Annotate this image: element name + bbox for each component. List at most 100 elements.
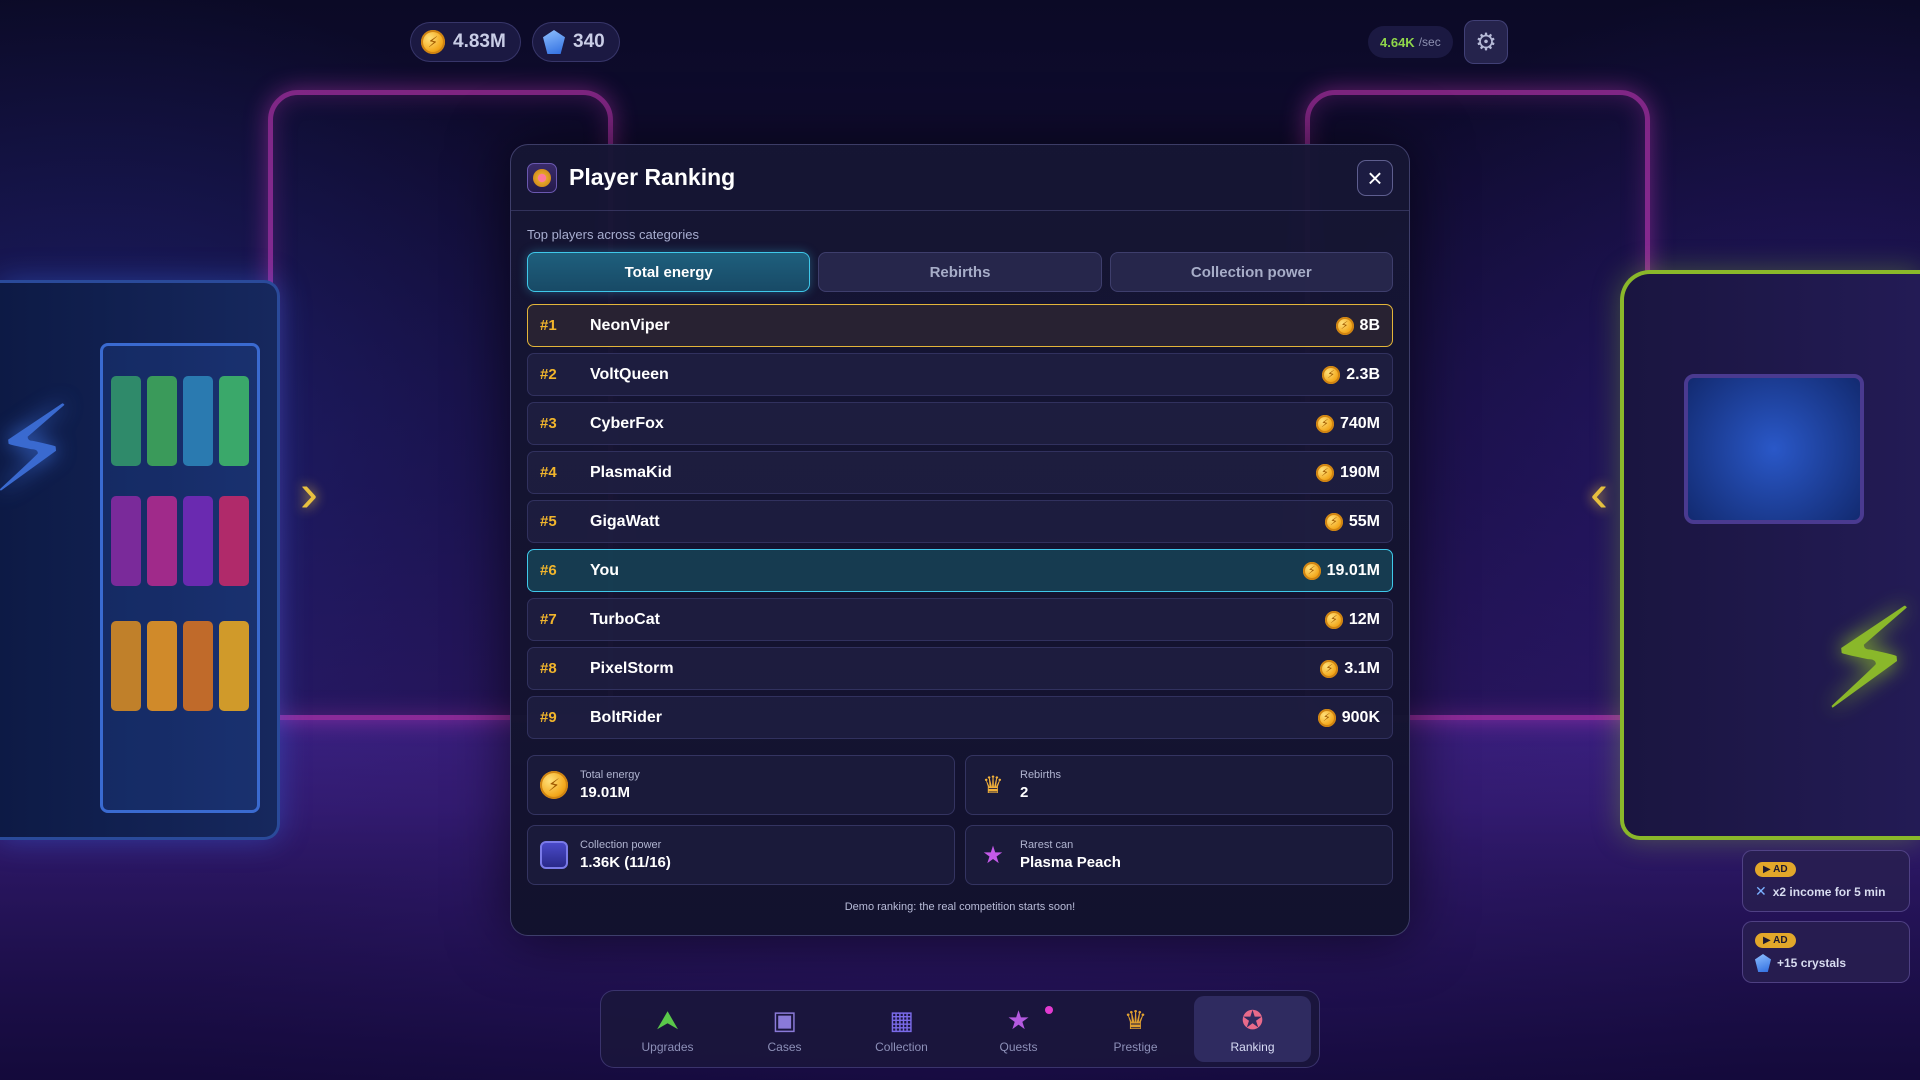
coin-icon	[1315, 463, 1334, 482]
coin-icon	[1335, 316, 1354, 335]
ranking-row: #9 BoltRider 900K	[527, 696, 1393, 739]
ranking-row: #5 GigaWatt 55M	[527, 500, 1393, 543]
stat-label: Total energy	[580, 769, 640, 781]
player-score: 3.1M	[1320, 659, 1380, 678]
player-score: 55M	[1324, 512, 1380, 531]
score-value: 900K	[1341, 708, 1380, 726]
score-value: 740M	[1339, 414, 1380, 432]
income-rate-value: 4.64K	[1380, 34, 1415, 50]
ad-boost-income[interactable]: ▶ AD ✕ x2 income for 5 min	[1742, 850, 1910, 912]
crystal-icon	[543, 30, 565, 54]
notification-dot	[1045, 1006, 1053, 1014]
left-chevron-decoration: ›	[300, 463, 318, 523]
coin-icon	[540, 771, 568, 799]
left-bolt-decoration: ⚡	[0, 383, 75, 517]
ranking-row: #4 PlasmaKid 190M	[527, 451, 1393, 494]
stat-total-energy: Total energy 19.01M	[527, 755, 955, 815]
coin-icon	[1322, 365, 1341, 384]
coin-icon	[1320, 659, 1339, 678]
player-name: PlasmaKid	[590, 463, 672, 481]
coin-balance-value: 4.83M	[453, 31, 506, 52]
stat-value: 2	[1020, 784, 1029, 801]
nav-label: Collection	[875, 1039, 928, 1054]
settings-button[interactable]: ⚙	[1464, 20, 1508, 64]
player-name: You	[590, 561, 620, 579]
stat-value: 1.36K (11/16)	[580, 854, 671, 871]
ranking-row: #7 TurboCat 12M	[527, 598, 1393, 641]
ranking-row-current-player: #6 You 19.01M	[527, 549, 1393, 592]
nav-collection[interactable]: ▦ Collection	[843, 996, 960, 1062]
crown-icon: ♛	[1123, 1004, 1148, 1035]
ad-badge: ▶ AD	[1755, 933, 1796, 948]
nav-label: Prestige	[1113, 1039, 1158, 1054]
collection-icon: ▦	[889, 1004, 914, 1035]
tab-collection-power[interactable]: Collection power	[1109, 252, 1393, 292]
player-score: 8B	[1335, 316, 1380, 335]
score-value: 190M	[1339, 463, 1380, 481]
category-tabs: Total energy Rebirths Collection power	[527, 252, 1393, 292]
coin-balance[interactable]: 4.83M	[410, 22, 521, 62]
medal-icon	[527, 162, 557, 193]
rank-number: #7	[540, 611, 557, 628]
coin-icon	[1324, 610, 1343, 629]
score-value: 55M	[1348, 512, 1380, 530]
crystal-balance[interactable]: 340	[532, 22, 620, 62]
stat-collection-power: Collection power 1.36K (11/16)	[527, 825, 955, 885]
star-icon: ★	[982, 841, 1004, 869]
modal-subtitle: Top players across categories	[527, 227, 699, 242]
rank-number: #6	[540, 562, 557, 579]
nav-quests[interactable]: ★ Quests	[960, 996, 1077, 1062]
stat-rebirths: ♛ Rebirths 2	[965, 755, 1393, 815]
coin-icon	[1315, 414, 1334, 433]
nav-prestige[interactable]: ♛ Prestige	[1077, 996, 1194, 1062]
nav-label: Quests	[999, 1039, 1038, 1054]
close-button[interactable]: ×	[1357, 159, 1393, 196]
ad-boost-crystals[interactable]: ▶ AD +15 crystals	[1742, 921, 1910, 983]
stat-value: 19.01M	[580, 784, 631, 801]
player-name: NeonViper	[590, 316, 670, 334]
player-score: 2.3B	[1322, 365, 1380, 384]
nav-ranking[interactable]: ✪ Ranking	[1194, 996, 1311, 1062]
nav-label: Cases	[767, 1039, 802, 1054]
vending-fridge	[0, 280, 280, 840]
footer-note: Demo ranking: the real competition start…	[844, 901, 1076, 913]
nav-upgrades[interactable]: ⮝ Upgrades	[609, 996, 726, 1062]
player-score: 900K	[1317, 708, 1380, 727]
bottom-nav: ⮝ Upgrades ▣ Cases ▦ Collection ★ Quests…	[600, 990, 1320, 1068]
rank-number: #4	[540, 464, 557, 481]
ad-text: +15 crystals	[1777, 956, 1847, 970]
stat-label: Rebirths	[1020, 769, 1061, 781]
crystal-icon	[1755, 954, 1771, 972]
rank-number: #9	[540, 709, 557, 726]
can-row	[111, 376, 249, 466]
income-rate: 4.64K /sec	[1368, 26, 1453, 58]
player-stats: Total energy 19.01M ♛ Rebirths 2 Collect…	[527, 755, 1393, 885]
tab-total-energy[interactable]: Total energy	[527, 252, 811, 292]
nav-cases[interactable]: ▣ Cases	[726, 996, 843, 1062]
player-name: CyberFox	[590, 414, 664, 432]
tab-rebirths[interactable]: Rebirths	[818, 252, 1102, 292]
box-icon	[540, 841, 568, 869]
medal-icon: ✪	[1241, 1004, 1264, 1035]
player-name: TurboCat	[590, 610, 660, 628]
close-icon: ×	[1367, 162, 1383, 193]
modal-title: Player Ranking	[569, 164, 736, 190]
coin-icon	[1324, 512, 1343, 531]
ranking-list: #1 NeonViper 8B #2 VoltQueen 2.3B #3 Cyb…	[527, 304, 1393, 739]
right-bolt-decoration: ⚡	[1820, 581, 1919, 738]
fridge-glass	[100, 343, 260, 813]
can-row	[111, 496, 249, 586]
ranking-row: #3 CyberFox 740M	[527, 402, 1393, 445]
nav-label: Upgrades	[641, 1039, 694, 1054]
ranking-modal: Player Ranking × Top players across cate…	[510, 144, 1410, 936]
player-score: 12M	[1324, 610, 1380, 629]
player-score: 190M	[1315, 463, 1380, 482]
stat-value: Plasma Peach	[1020, 854, 1121, 871]
arcade-screen	[1684, 374, 1864, 524]
coin-icon	[421, 30, 445, 54]
player-name: VoltQueen	[590, 365, 669, 383]
income-rate-unit: /sec	[1418, 35, 1441, 49]
ranking-row: #2 VoltQueen 2.3B	[527, 353, 1393, 396]
nav-label: Ranking	[1230, 1039, 1275, 1054]
player-name: GigaWatt	[590, 512, 660, 530]
